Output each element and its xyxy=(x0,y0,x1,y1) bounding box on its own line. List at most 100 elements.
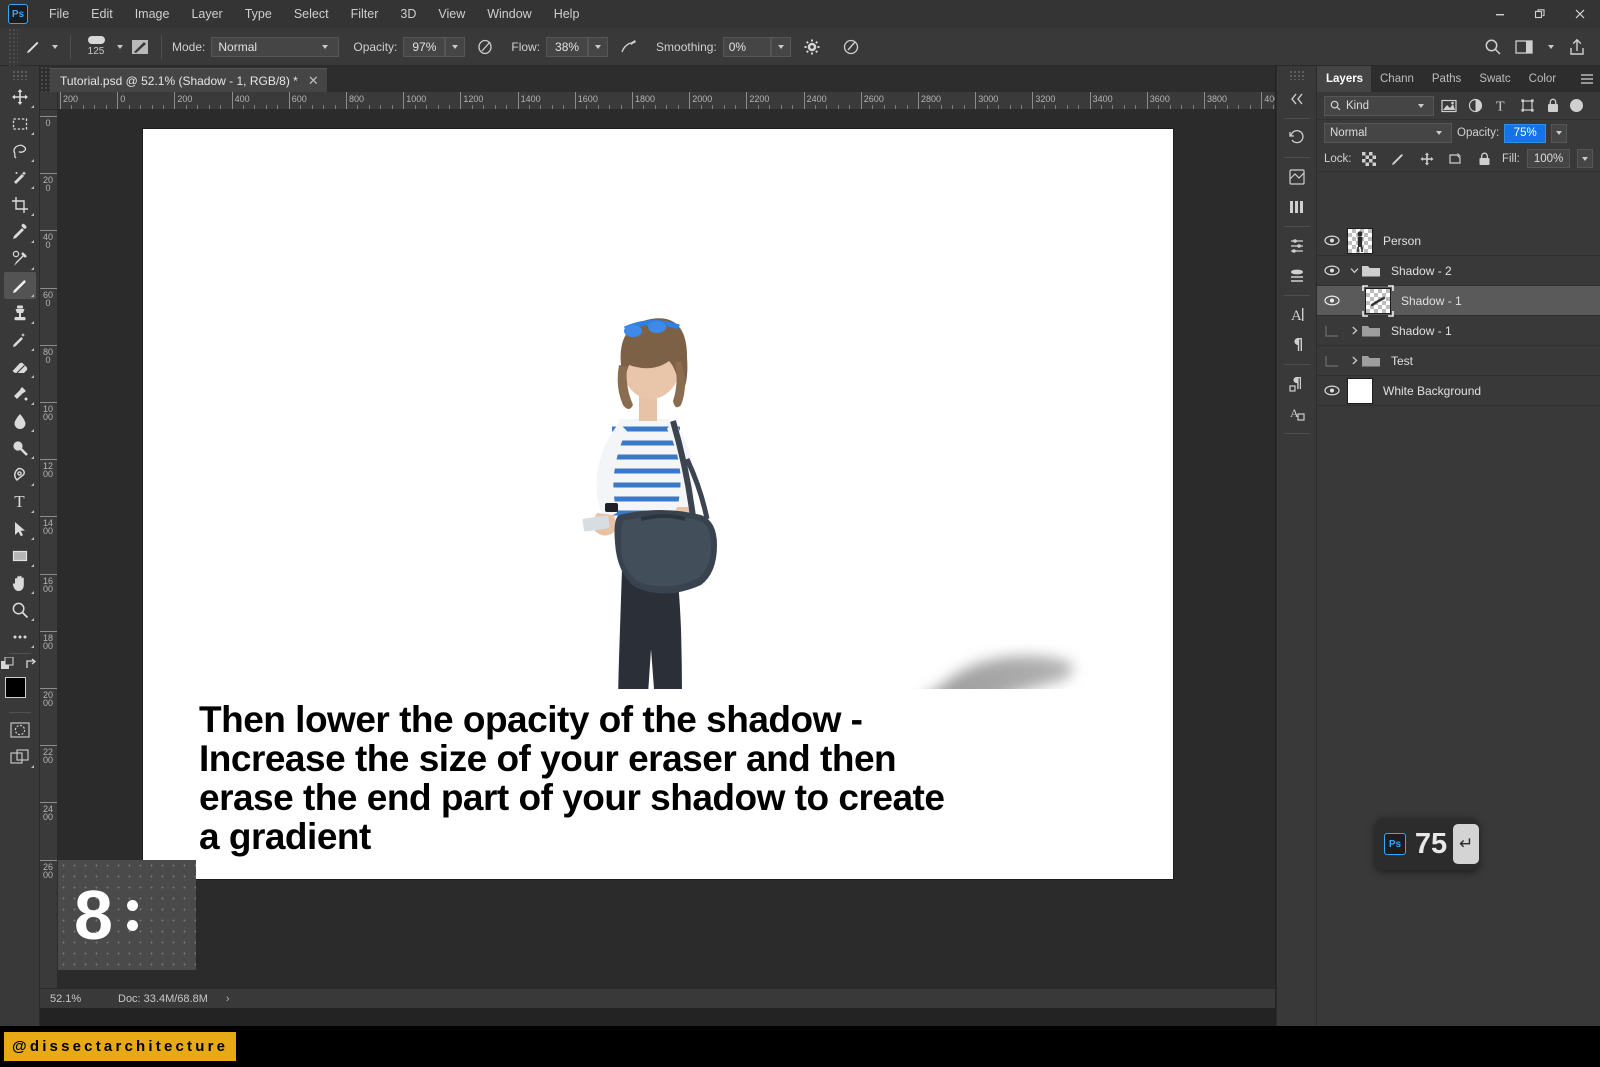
move-tool[interactable] xyxy=(4,83,36,110)
layer-thumbnail[interactable] xyxy=(1347,227,1373,254)
character-panel-icon[interactable]: A xyxy=(1281,300,1313,330)
lock-transparent-pixels-icon[interactable] xyxy=(1359,149,1381,169)
canvas-area[interactable]: Then lower the opacity of the shadow - I… xyxy=(58,110,1275,988)
brush-tool[interactable] xyxy=(3,272,36,299)
brushes-panel-icon[interactable] xyxy=(1281,261,1313,291)
horizontal-ruler[interactable]: 200 0 200 400 600 800 1000 1200 1400 1600 1800 2000… xyxy=(58,92,1275,110)
share-icon[interactable] xyxy=(1564,35,1590,59)
menu-edit[interactable]: Edit xyxy=(80,2,124,26)
zoom-tool[interactable] xyxy=(4,596,36,623)
symmetry-paint-icon[interactable] xyxy=(839,35,865,59)
pen-tool[interactable] xyxy=(4,461,36,488)
menu-file[interactable]: File xyxy=(38,2,80,26)
lasso-tool[interactable] xyxy=(4,137,36,164)
search-icon[interactable] xyxy=(1480,35,1506,59)
panel-menu-icon[interactable] xyxy=(1574,66,1600,92)
options-bar-grip[interactable] xyxy=(8,27,18,66)
eraser-tool[interactable] xyxy=(4,353,36,380)
lock-artboard-nesting-icon[interactable] xyxy=(1445,149,1467,169)
fill-chevron-icon[interactable] xyxy=(1577,149,1594,168)
group-expand-chevron-icon[interactable] xyxy=(1347,356,1361,365)
layer-thumbnail[interactable] xyxy=(1347,377,1373,404)
path-selection-tool[interactable] xyxy=(4,515,36,542)
status-menu-chevron-icon[interactable]: › xyxy=(226,993,230,1005)
menu-layer[interactable]: Layer xyxy=(180,2,233,26)
clone-stamp-tool[interactable] xyxy=(4,299,36,326)
tab-swatches[interactable]: Swatc xyxy=(1470,66,1519,92)
layer-name[interactable]: Shadow - 1 xyxy=(1391,324,1452,338)
shape-filter-icon[interactable] xyxy=(1516,96,1538,116)
color-swatches[interactable] xyxy=(3,675,37,709)
group-expand-chevron-icon[interactable] xyxy=(1347,266,1361,275)
history-brush-tool[interactable] xyxy=(4,326,36,353)
screen-mode-icon[interactable] xyxy=(4,743,36,770)
spot-healing-brush-tool[interactable] xyxy=(4,245,36,272)
workspace-chevron-icon[interactable] xyxy=(1548,44,1554,49)
document-tab[interactable]: Tutorial.psd @ 52.1% (Shadow - 1, RGB/8)… xyxy=(50,68,327,92)
airbrush-toggle-icon[interactable] xyxy=(616,35,642,59)
rectangle-tool[interactable] xyxy=(4,542,36,569)
vertical-ruler[interactable]: 0 200 400 600 800 1000 1200 1400 1600 1800 2000 220… xyxy=(40,110,58,988)
layer-name[interactable]: Shadow - 1 xyxy=(1401,294,1462,308)
table-row[interactable]: White Background xyxy=(1317,376,1600,406)
layer-name[interactable]: Person xyxy=(1383,234,1421,248)
layer-visibility-toggle[interactable] xyxy=(1317,316,1347,346)
workspace-switcher-icon[interactable] xyxy=(1512,35,1538,59)
layer-visibility-toggle[interactable] xyxy=(1317,286,1347,316)
adjustment-filter-icon[interactable] xyxy=(1464,96,1486,116)
menu-view[interactable]: View xyxy=(427,2,476,26)
table-row[interactable]: Shadow - 2 xyxy=(1317,256,1600,286)
pressure-opacity-toggle-icon[interactable] xyxy=(473,35,499,59)
lock-all-icon[interactable] xyxy=(1473,149,1495,169)
smart-object-filter-icon[interactable] xyxy=(1542,96,1564,116)
menu-image[interactable]: Image xyxy=(124,2,181,26)
restore-button[interactable] xyxy=(1520,0,1560,28)
brush-preview[interactable]: 125 xyxy=(79,36,113,57)
swap-colors-icon[interactable] xyxy=(25,657,39,671)
table-row[interactable]: Shadow - 1 xyxy=(1317,284,1600,317)
default-colors-icon[interactable] xyxy=(0,657,17,671)
layer-thumbnail[interactable] xyxy=(1362,284,1394,317)
smoothing-dropdown-toggle[interactable] xyxy=(770,36,791,57)
libraries-panel-icon[interactable] xyxy=(1281,192,1313,222)
flow-input[interactable]: 38% xyxy=(546,36,589,57)
history-panel-icon[interactable] xyxy=(1281,123,1313,153)
adjustments-panel-icon[interactable] xyxy=(1281,162,1313,192)
magic-wand-tool[interactable] xyxy=(4,164,36,191)
brush-settings-panel-icon[interactable] xyxy=(127,35,153,59)
blur-tool[interactable] xyxy=(4,407,36,434)
fill-input[interactable]: 100% xyxy=(1526,149,1571,168)
menu-help[interactable]: Help xyxy=(543,2,591,26)
paragraph-panel-icon[interactable] xyxy=(1281,330,1313,360)
layer-name[interactable]: Shadow - 2 xyxy=(1391,264,1452,278)
minimize-button[interactable] xyxy=(1480,0,1520,28)
type-filter-icon[interactable]: T xyxy=(1490,96,1512,116)
layer-name[interactable]: White Background xyxy=(1383,384,1481,398)
brush-preset-chevron-icon[interactable] xyxy=(117,44,123,49)
filter-enable-toggle[interactable] xyxy=(1570,99,1583,112)
tools-panel-grip[interactable] xyxy=(11,70,28,80)
menu-type[interactable]: Type xyxy=(234,2,283,26)
tab-layers[interactable]: Layers xyxy=(1317,66,1371,92)
close-button[interactable] xyxy=(1560,0,1600,28)
opacity-input[interactable]: 97% xyxy=(403,36,446,57)
menu-window[interactable]: Window xyxy=(476,2,542,26)
paragraph-styles-panel-icon[interactable] xyxy=(1281,369,1313,399)
lock-image-pixels-icon[interactable] xyxy=(1387,149,1409,169)
table-row[interactable]: Person xyxy=(1317,226,1600,256)
blend-mode-dropdown[interactable]: Normal xyxy=(211,36,340,57)
close-icon[interactable]: ✕ xyxy=(308,74,319,87)
lock-position-icon[interactable] xyxy=(1416,149,1438,169)
gradient-tool[interactable] xyxy=(4,380,36,407)
layer-visibility-toggle[interactable] xyxy=(1317,256,1347,286)
layer-blend-mode-dropdown[interactable]: Normal xyxy=(1324,123,1452,143)
filter-kind-dropdown[interactable]: Kind xyxy=(1324,95,1434,116)
table-row[interactable]: Test xyxy=(1317,346,1600,376)
zoom-level[interactable]: 52.1% xyxy=(40,993,102,1005)
layer-opacity-chevron-icon[interactable] xyxy=(1551,123,1568,143)
document-tab-grip[interactable] xyxy=(40,66,50,92)
crop-tool[interactable] xyxy=(4,191,36,218)
group-expand-chevron-icon[interactable] xyxy=(1347,326,1361,335)
current-tool-icon[interactable] xyxy=(18,33,48,61)
edit-toolbar-tool[interactable] xyxy=(4,623,36,650)
